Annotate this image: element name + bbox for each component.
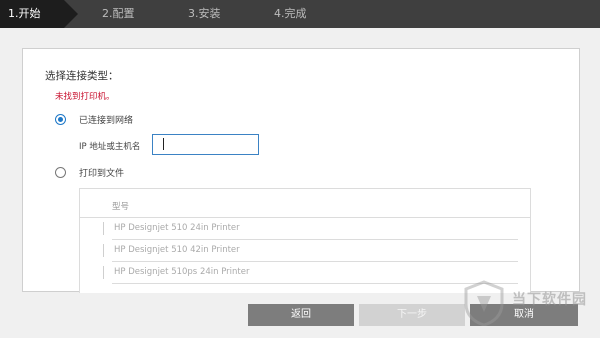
list-item[interactable]: HP Designjet 510ps 24in Printer <box>103 262 518 284</box>
list-item[interactable]: HP Designjet 510 42in Printer <box>103 240 518 262</box>
next-button[interactable]: 下一步 <box>359 304 465 326</box>
file-radio[interactable] <box>55 167 66 178</box>
cancel-button[interactable]: 取消 <box>470 304 578 326</box>
ip-address-input[interactable] <box>152 134 259 155</box>
step-configure: 2.配置 <box>102 7 135 20</box>
wizard-step-bar: 1.开始 2.配置 3.安装 4.完成 <box>0 0 600 28</box>
connection-type-panel: 选择连接类型： 未找到打印机。 已连接到网络 IP 地址或主机名 打印到文件 型… <box>22 48 580 293</box>
printer-not-found-message: 未找到打印机。 <box>55 92 115 102</box>
text-cursor <box>163 138 164 150</box>
file-radio-label[interactable]: 打印到文件 <box>79 166 124 179</box>
network-radio-label[interactable]: 已连接到网络 <box>79 113 133 126</box>
section-title: 选择连接类型： <box>45 70 119 82</box>
step-install: 3.安装 <box>188 7 221 20</box>
network-radio[interactable] <box>55 114 66 125</box>
list-header-model: 型号 <box>112 202 130 212</box>
list-item[interactable]: HP Designjet 510 24in Printer <box>103 218 518 240</box>
ip-address-label: IP 地址或主机名 <box>79 142 141 152</box>
step-start: 1.开始 <box>0 0 78 28</box>
back-button[interactable]: 返回 <box>248 304 354 326</box>
step-finish: 4.完成 <box>274 7 307 20</box>
printer-model-list[interactable]: 型号 HP Designjet 510 24in Printer HP Desi… <box>79 188 531 293</box>
